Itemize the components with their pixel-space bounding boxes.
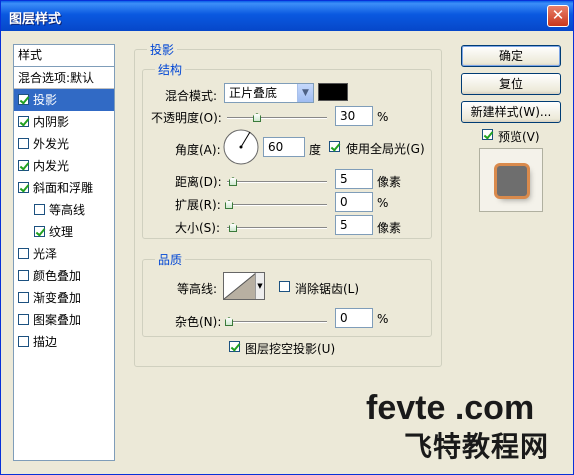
noise-unit: % <box>377 312 389 326</box>
style-item-inner-glow[interactable]: 内发光 <box>14 155 114 177</box>
title-bar: 图层样式 ✕ <box>1 1 573 31</box>
quality-title: 品质 <box>155 251 186 268</box>
size-slider[interactable] <box>227 223 327 232</box>
watermark-url: fevte .com <box>366 389 535 427</box>
blend-color-swatch[interactable] <box>318 83 348 101</box>
blend-mode-label: 混合模式: <box>165 89 218 103</box>
styles-list-header[interactable]: 样式 <box>14 45 114 67</box>
knockout-label[interactable]: 图层挖空投影(U) <box>245 340 335 357</box>
checkbox-color-overlay[interactable] <box>18 270 29 281</box>
opacity-unit: % <box>377 110 389 124</box>
checkbox-inner-shadow[interactable] <box>18 116 29 127</box>
checkbox-bevel-emboss[interactable] <box>18 182 29 193</box>
checkbox-stroke[interactable] <box>18 336 29 347</box>
style-item-label: 混合选项:默认 <box>18 71 95 85</box>
blend-mode-select[interactable]: 正片叠底 ▼ <box>224 83 314 103</box>
style-item-label: 外发光 <box>33 137 70 151</box>
style-item-label: 光泽 <box>33 247 58 261</box>
noise-input[interactable]: 0 <box>335 308 373 328</box>
style-item-drop-shadow[interactable]: 投影 <box>14 89 114 111</box>
style-item-texture[interactable]: 纹理 <box>14 221 114 243</box>
contour-label: 等高线: <box>177 282 218 296</box>
checkbox-inner-glow[interactable] <box>18 160 29 171</box>
style-item-label: 等高线 <box>49 203 86 217</box>
style-item-stroke[interactable]: 描边 <box>14 331 114 353</box>
angle-input[interactable]: 60 <box>263 137 305 157</box>
watermark-site-name: 飞特教程网 <box>404 431 550 462</box>
checkbox-satin[interactable] <box>18 248 29 259</box>
preview-swatch <box>497 166 527 196</box>
style-item-bevel-emboss[interactable]: 斜面和浮雕 <box>14 177 114 199</box>
style-item-satin[interactable]: 光泽 <box>14 243 114 265</box>
checkbox-drop-shadow[interactable] <box>18 94 29 105</box>
distance-slider[interactable] <box>227 177 327 186</box>
opacity-input[interactable]: 30 <box>335 106 373 126</box>
size-label: 大小(S): <box>175 221 221 235</box>
angle-unit: 度 <box>309 143 322 157</box>
global-light-label[interactable]: 使用全局光(G) <box>346 140 425 157</box>
spread-slider[interactable] <box>225 200 327 209</box>
distance-label: 距离(D): <box>175 175 222 189</box>
distance-input[interactable]: 5 <box>335 169 373 189</box>
style-item-label: 颜色叠加 <box>33 269 82 283</box>
style-item-color-overlay[interactable]: 颜色叠加 <box>14 265 114 287</box>
size-unit: 像素 <box>377 221 402 235</box>
style-item-pattern-overlay[interactable]: 图案叠加 <box>14 309 114 331</box>
style-item-label: 内阴影 <box>33 115 70 129</box>
checkbox-outer-glow[interactable] <box>18 138 29 149</box>
style-item-inner-shadow[interactable]: 内阴影 <box>14 111 114 133</box>
style-item-blending-options[interactable]: 混合选项:默认 <box>14 67 114 89</box>
style-item-outer-glow[interactable]: 外发光 <box>14 133 114 155</box>
global-light-checkbox[interactable] <box>329 141 340 152</box>
opacity-label: 不透明度(O): <box>151 111 222 125</box>
contour-curve-icon <box>224 273 256 299</box>
checkbox-pattern-overlay[interactable] <box>18 314 29 325</box>
spread-label: 扩展(R): <box>175 198 221 212</box>
opacity-slider[interactable] <box>227 113 327 122</box>
style-item-label: 投影 <box>33 93 58 107</box>
reset-button[interactable]: 复位 <box>461 73 561 95</box>
close-icon[interactable]: ✕ <box>547 5 569 27</box>
antialias-checkbox[interactable] <box>279 281 290 292</box>
ok-button[interactable]: 确定 <box>461 45 561 67</box>
style-item-label: 内发光 <box>33 159 70 173</box>
layer-style-dialog: 图层样式 ✕ 样式 混合选项:默认 投影 内阴影 外发光 内发光 斜面和浮雕 等… <box>0 0 574 475</box>
distance-unit: 像素 <box>377 175 402 189</box>
contour-picker[interactable]: ▼ <box>223 272 265 300</box>
size-input[interactable]: 5 <box>335 215 373 235</box>
style-item-gradient-overlay[interactable]: 渐变叠加 <box>14 287 114 309</box>
style-item-label: 描边 <box>33 335 58 349</box>
style-item-label: 图案叠加 <box>33 313 82 327</box>
styles-list: 样式 混合选项:默认 投影 内阴影 外发光 内发光 斜面和浮雕 等高线 纹理 光… <box>13 44 115 461</box>
checkbox-texture[interactable] <box>34 226 45 237</box>
style-item-label: 纹理 <box>49 225 74 239</box>
preview-label[interactable]: 预览(V) <box>498 128 540 145</box>
noise-label: 杂色(N): <box>175 315 222 329</box>
style-item-contour[interactable]: 等高线 <box>14 199 114 221</box>
chevron-down-icon: ▼ <box>297 84 313 102</box>
window-title: 图层样式 <box>9 12 62 27</box>
checkbox-contour[interactable] <box>34 204 45 215</box>
drop-shadow-title: 投影 <box>147 41 178 58</box>
style-item-label: 斜面和浮雕 <box>33 181 94 195</box>
angle-label: 角度(A): <box>175 143 221 157</box>
spread-unit: % <box>377 196 389 210</box>
antialias-label[interactable]: 消除锯齿(L) <box>295 280 359 297</box>
knockout-checkbox[interactable] <box>229 341 240 352</box>
spread-input[interactable]: 0 <box>335 192 373 212</box>
noise-slider[interactable] <box>225 317 327 326</box>
structure-title: 结构 <box>155 61 186 78</box>
preview-checkbox[interactable] <box>482 129 493 140</box>
new-style-button[interactable]: 新建样式(W)... <box>461 101 561 123</box>
style-preview-thumbnail <box>479 148 543 212</box>
style-item-label: 渐变叠加 <box>33 291 82 305</box>
angle-dial[interactable] <box>222 128 260 166</box>
blend-mode-value: 正片叠底 <box>229 86 278 100</box>
contour-dropdown-icon[interactable]: ▼ <box>255 273 264 299</box>
checkbox-gradient-overlay[interactable] <box>18 292 29 303</box>
